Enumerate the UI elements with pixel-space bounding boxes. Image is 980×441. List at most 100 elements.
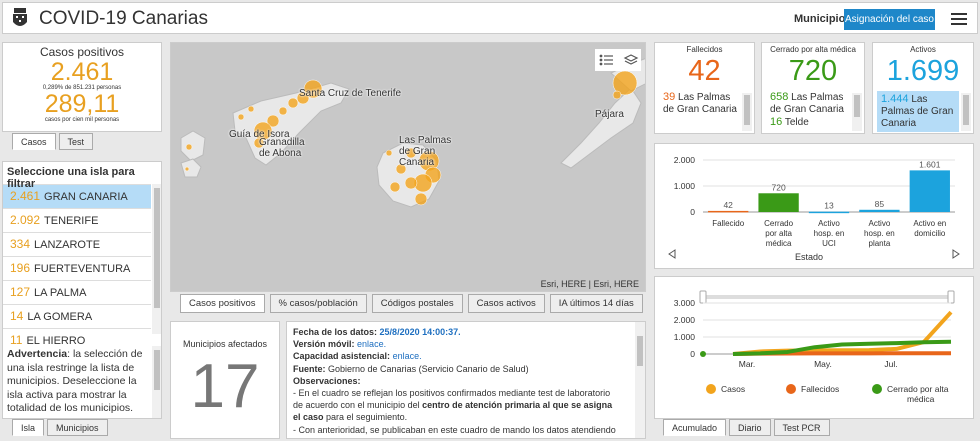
tab-casos-positivos[interactable]: Casos positivos <box>180 294 265 313</box>
line-series <box>732 310 953 356</box>
bar-value-label: 13 <box>824 201 834 211</box>
fallecidos-sublist[interactable]: 39 Las Palmas de Gran Canaria <box>663 91 739 116</box>
list-item-la-gomera[interactable]: 14 LA GOMERA <box>3 304 151 328</box>
activos-card: Activos 1.699 1.444 Las Palmas de Gran C… <box>872 42 974 134</box>
tab-municipios[interactable]: Municipios <box>47 419 108 436</box>
map-label-las-palmas: Las Palmas de Gran Canaria <box>399 135 452 168</box>
municipios-label: Municipios afectados <box>182 339 268 349</box>
island-list-scrollbar[interactable] <box>152 184 161 334</box>
line-y-tick: 0 <box>690 349 695 359</box>
tab-test[interactable]: Test <box>58 133 94 150</box>
list-item-lanzarote[interactable]: 334 LANZAROTE <box>3 232 151 256</box>
line-x-tick: May. <box>814 359 832 369</box>
bar-y-tick: 0 <box>690 207 695 217</box>
fallecidos-scrollbar[interactable] <box>742 93 752 131</box>
bar-category-label: Activo en domicilio <box>913 219 946 238</box>
hamburger-menu-icon[interactable] <box>951 10 967 28</box>
line-y-tick: 1.000 <box>674 332 696 342</box>
activos-scrollbar[interactable] <box>961 93 971 131</box>
cerrado-value: 720 <box>788 55 838 87</box>
bar-scroll-left-icon <box>668 249 676 259</box>
legend-label: Cerrado por alta médica <box>887 384 949 404</box>
map-label-pajara: Pájara <box>595 109 624 120</box>
line-y-tick: 3.000 <box>674 298 696 308</box>
casos-total: 2.461 <box>50 58 114 86</box>
bar <box>859 209 900 212</box>
range-slider-handle-left <box>699 290 707 304</box>
cerrado-card: Cerrado por alta médica 720 658 Las Palm… <box>761 42 865 134</box>
municipios-afectados-card: Municipios afectados 17 <box>170 321 280 439</box>
info-scrollbar[interactable] <box>635 322 645 438</box>
page-title: COVID-19 Canarias <box>39 8 208 29</box>
cerrado-sublist[interactable]: 658 Las Palmas de Gran Canaria 16 Telde <box>770 91 854 129</box>
capacidad-link[interactable]: enlace. <box>393 351 422 361</box>
map-tools <box>595 49 641 71</box>
bar-chart-svg: 0 1.000 2.000 42 Fallecido 720 Cerrado por alta… <box>668 155 960 262</box>
map-label-santa-cruz: Santa Cruz de Tenerife <box>299 88 402 99</box>
app-header: COVID-19 Canarias Municipio Asignación d… <box>2 2 978 34</box>
bar-scroll-right-icon <box>952 249 960 259</box>
cerrado-scrollbar[interactable] <box>852 93 862 131</box>
tab-ia-14-dias[interactable]: IA últimos 14 días <box>549 294 643 313</box>
bar-value-label: 1.601 <box>919 159 941 169</box>
line-chart-svg: 0 1.000 2.000 3.000 Mar. May. Jul. Casos Falleci… <box>674 290 955 404</box>
warning-scrollbar[interactable] <box>152 346 161 418</box>
island-fuerteventura <box>560 87 642 169</box>
activos-value: 1.699 <box>886 55 960 87</box>
bar-value-label: 720 <box>772 182 786 192</box>
tab-diario[interactable]: Diario <box>729 419 771 436</box>
layers-icon <box>623 54 639 65</box>
bar <box>708 210 749 213</box>
range-slider-handle-right <box>947 290 955 304</box>
list-item-fuerteventura[interactable]: 196 FUERTEVENTURA <box>3 256 151 280</box>
bar-category-label: Fallecido <box>712 219 745 228</box>
tab-acumulado[interactable]: Acumulado <box>663 419 727 436</box>
list-item-la-palma[interactable]: 127 LA PALMA <box>3 280 151 304</box>
bar-category-label: Activo hosp. en planta <box>864 219 895 248</box>
line-start-marker <box>700 351 706 357</box>
bar <box>808 211 850 214</box>
map-view[interactable]: Santa Cruz de Tenerife Guía de Isora Gra… <box>170 42 646 292</box>
island-list: Seleccione una isla para filtrar 2.461 GR… <box>2 161 162 419</box>
casos-rate: 289,11 <box>44 90 120 118</box>
municipios-value: 17 <box>190 352 260 421</box>
activos-sublist[interactable]: 1.444 Las Palmas de Gran Canaria <box>877 91 959 132</box>
municipio-label[interactable]: Municipio <box>794 13 845 25</box>
estado-bar-chart: 0 1.000 2.000 42 Fallecido 720 Cerrado por alta… <box>654 143 974 269</box>
map-credit: Esri, HERE | Esri, HERE <box>540 279 639 289</box>
chart-tabs: Acumulado Diario Test PCR <box>663 419 833 436</box>
canarias-crest-icon <box>13 8 27 26</box>
version-movil-link[interactable]: enlace. <box>357 339 386 349</box>
bar-value-label: 85 <box>875 199 885 209</box>
tab-pct-casos[interactable]: % casos/población <box>269 294 367 313</box>
island-list-header: Seleccione una isla para filtrar <box>7 166 135 190</box>
casos-positivos-card: Casos positivos 2.461 0,289% de 851.231 … <box>2 42 162 132</box>
legend-swatch <box>786 384 796 394</box>
bar <box>758 193 799 212</box>
island-la-palma <box>180 130 206 162</box>
tab-casos-activos[interactable]: Casos activos <box>467 294 545 313</box>
line-y-tick: 2.000 <box>674 315 696 325</box>
bar-x-axis-label: Estado <box>795 252 823 262</box>
map-label-granadilla: Granadilla de Abona <box>259 137 305 159</box>
bar-category-label: Activo hosp. en UCI <box>814 219 845 248</box>
tab-isla[interactable]: Isla <box>12 419 45 436</box>
asignacion-button[interactable]: Asignación del caso <box>844 9 935 30</box>
isla-tabs: Isla Municipios <box>12 419 111 436</box>
legend-swatch <box>872 384 882 394</box>
fallecidos-value: 42 <box>688 55 721 87</box>
list-item-gran-canaria[interactable]: 2.461 GRAN CANARIA <box>3 184 151 208</box>
bar-value-label: 42 <box>723 200 733 210</box>
tab-test-pcr[interactable]: Test PCR <box>773 419 830 436</box>
bar <box>909 170 950 212</box>
legend-label: Fallecidos <box>801 384 839 394</box>
acumulado-line-chart: 0 1.000 2.000 3.000 Mar. May. Jul. Casos Falleci… <box>654 276 974 419</box>
tab-codigos-postales[interactable]: Códigos postales <box>371 294 463 313</box>
line-x-tick: Mar. <box>739 359 756 369</box>
casos-rate-line: casos por cien mil personas <box>44 117 120 123</box>
list-item-tenerife[interactable]: 2.092 TENERIFE <box>3 208 151 232</box>
tab-casos[interactable]: Casos <box>12 133 56 150</box>
legend-list-icon <box>599 54 613 66</box>
info-panel: Fecha de los datos: 25/8/2020 14:00:37. … <box>286 321 646 439</box>
bar-y-tick: 1.000 <box>674 181 696 191</box>
